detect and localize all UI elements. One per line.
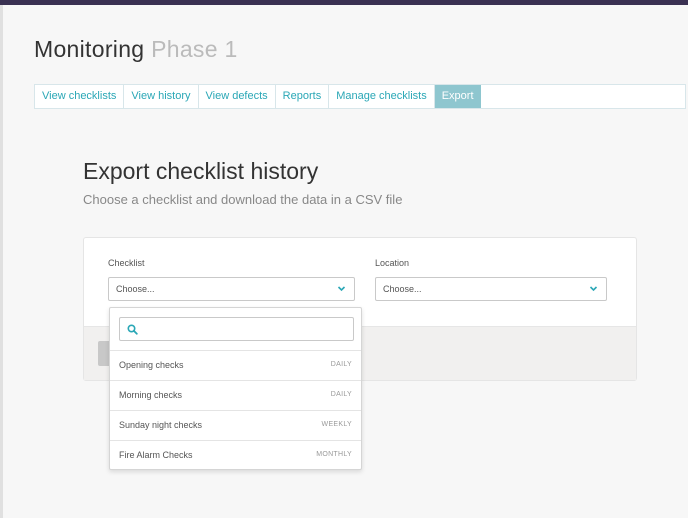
tab-manage-checklists[interactable]: Manage checklists bbox=[329, 85, 435, 108]
tab-view-history[interactable]: View history bbox=[124, 85, 199, 108]
location-label: Location bbox=[375, 258, 410, 268]
location-select-value: Choose... bbox=[383, 284, 422, 294]
checklist-dropdown: Opening checks DAILY Morning checks DAIL… bbox=[109, 307, 362, 470]
tab-view-checklists[interactable]: View checklists bbox=[35, 85, 125, 108]
dropdown-search[interactable] bbox=[119, 317, 354, 341]
chevron-down-icon bbox=[589, 278, 598, 309]
page-title-main: Monitoring bbox=[34, 36, 145, 62]
app-top-bar bbox=[0, 0, 688, 5]
dropdown-option[interactable]: Fire Alarm Checks MONTHLY bbox=[110, 441, 361, 471]
tab-reports[interactable]: Reports bbox=[276, 85, 330, 108]
tab-view-defects[interactable]: View defects bbox=[199, 85, 276, 108]
option-name: Opening checks bbox=[119, 360, 184, 370]
option-frequency: MONTHLY bbox=[316, 451, 352, 458]
option-frequency: DAILY bbox=[330, 361, 352, 368]
page-title-phase: Phase 1 bbox=[151, 36, 238, 62]
dropdown-search-input[interactable] bbox=[142, 319, 350, 339]
checklist-label: Checklist bbox=[108, 258, 145, 268]
location-select[interactable]: Choose... bbox=[375, 277, 607, 301]
dropdown-option[interactable]: Sunday night checks WEEKLY bbox=[110, 411, 361, 441]
option-name: Sunday night checks bbox=[119, 420, 203, 430]
checklist-select[interactable]: Choose... bbox=[108, 277, 355, 301]
option-frequency: WEEKLY bbox=[321, 421, 352, 428]
option-frequency: DAILY bbox=[330, 391, 352, 398]
option-name: Fire Alarm Checks bbox=[119, 450, 193, 460]
tab-export[interactable]: Export bbox=[434, 85, 481, 108]
checklist-select-value: Choose... bbox=[116, 284, 155, 294]
left-edge bbox=[0, 5, 3, 518]
export-heading: Export checklist history bbox=[83, 158, 319, 184]
dropdown-option[interactable]: Morning checks DAILY bbox=[110, 381, 361, 411]
chevron-down-icon bbox=[337, 278, 346, 309]
page-title: Monitoring Phase 1 bbox=[34, 36, 238, 63]
dropdown-options: Opening checks DAILY Morning checks DAIL… bbox=[110, 350, 361, 471]
export-subheading: Choose a checklist and download the data… bbox=[83, 192, 403, 207]
search-icon bbox=[127, 324, 138, 335]
option-name: Morning checks bbox=[119, 390, 183, 400]
dropdown-option[interactable]: Opening checks DAILY bbox=[110, 351, 361, 381]
tab-bar: View checklists View history View defect… bbox=[34, 84, 686, 109]
